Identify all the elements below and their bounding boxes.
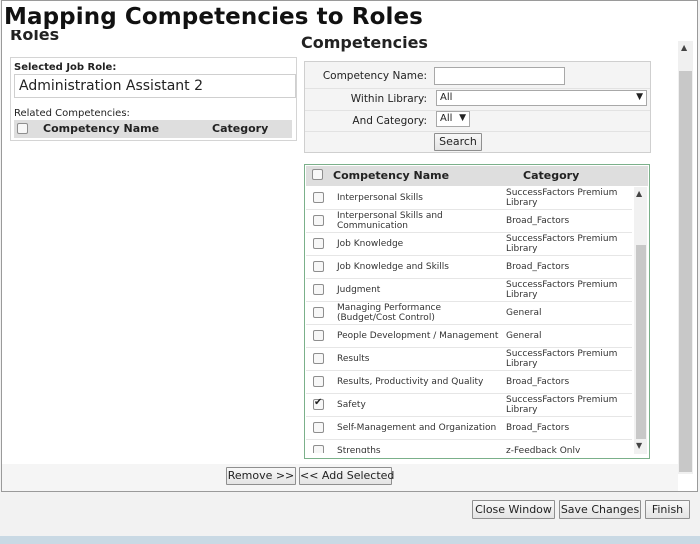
competency-name-cell: Strengths [337, 446, 381, 453]
row-checkbox[interactable] [313, 353, 324, 364]
page-scroll-up-icon[interactable]: ▲ [681, 43, 687, 52]
table-row[interactable]: Results, Productivity and Quality Broad_F… [306, 371, 632, 394]
save-changes-button[interactable]: Save Changes [559, 500, 641, 519]
category-cell: SuccessFactors Premium Library [506, 349, 618, 369]
table-row[interactable]: Results SuccessFactors Premium Library [306, 348, 632, 371]
row-checkbox[interactable] [313, 307, 324, 318]
category-cell: General [506, 331, 542, 341]
table-row[interactable]: People Development / Management General [306, 325, 632, 348]
competency-name-cell: Judgment [337, 285, 381, 295]
search-row-category: And Category: All ▼ [305, 110, 650, 132]
list-scroll-thumb[interactable] [636, 245, 646, 439]
chevron-down-icon: ▼ [459, 113, 466, 123]
competency-name-cell: Managing Performance (Budget/Cost Contro… [337, 303, 442, 323]
related-col-category: Category [212, 122, 269, 135]
competency-name-cell: Results [337, 354, 370, 364]
related-col-name: Competency Name [43, 122, 160, 135]
table-row[interactable]: Strengths z-Feedback Only [306, 440, 632, 453]
row-checkbox[interactable] [313, 261, 324, 272]
competency-name-cell: Self-Management and Organization [337, 423, 497, 433]
category-cell: Broad_Factors [506, 216, 570, 226]
row-checkbox[interactable] [313, 422, 324, 433]
row-checkbox[interactable] [313, 192, 324, 203]
col-competency-name: Competency Name [333, 169, 450, 182]
page-scrollbar[interactable]: ▲ [678, 41, 693, 474]
competency-name-cell: Interpersonal Skills [337, 193, 423, 203]
search-panel: Competency Name: Within Library: All ▼ A… [304, 61, 651, 153]
roles-heading: Roles [10, 30, 60, 44]
action-bar: Remove >> << Add Selected [2, 464, 678, 491]
category-cell: SuccessFactors Premium Library [506, 188, 618, 208]
table-row[interactable]: Safety SuccessFactors Premium Library [306, 394, 632, 417]
window-bottom-edge [0, 536, 700, 544]
competency-list: Competency Name Category Interpersonal S… [304, 164, 650, 459]
table-row[interactable]: Job Knowledge and Skills Broad_Factors [306, 256, 632, 279]
row-checkbox[interactable] [313, 376, 324, 387]
finish-button[interactable]: Finish [645, 500, 690, 519]
col-category: Category [523, 169, 580, 182]
related-competencies-label: Related Competencies: [14, 108, 130, 119]
page-scroll-thumb[interactable] [679, 71, 692, 472]
competency-table-header: Competency Name Category [306, 166, 648, 186]
and-category-label: And Category: [352, 115, 427, 127]
competency-name-cell: People Development / Management [337, 331, 499, 341]
category-cell: Broad_Factors [506, 262, 570, 272]
selected-role-field: Administration Assistant 2 [14, 74, 296, 98]
row-checkbox[interactable] [313, 445, 324, 453]
page-title: Mapping Competencies to Roles [4, 4, 423, 30]
chevron-down-icon: ▼ [636, 92, 643, 102]
category-cell: Broad_Factors [506, 377, 570, 387]
table-row[interactable]: Job Knowledge SuccessFactors Premium Libr… [306, 233, 632, 256]
category-cell: General [506, 308, 542, 318]
row-checkbox[interactable] [313, 330, 324, 341]
selected-role-label: Selected Job Role: [14, 62, 117, 73]
list-scrollbar[interactable]: ▲ ▼ [634, 187, 647, 454]
category-cell: SuccessFactors Premium Library [506, 234, 618, 254]
close-window-button[interactable]: Close Window [472, 500, 555, 519]
row-checkbox[interactable] [313, 215, 324, 226]
table-row[interactable]: Interpersonal Skills SuccessFactors Premi… [306, 187, 632, 210]
competency-name-label: Competency Name: [322, 70, 427, 82]
category-cell: z-Feedback Only [506, 446, 581, 453]
table-row[interactable]: Managing Performance (Budget/Cost Contro… [306, 302, 632, 325]
competency-name-cell: Job Knowledge [337, 239, 404, 249]
roles-panel: Selected Job Role: Administration Assist… [10, 57, 297, 141]
table-row[interactable]: Judgment SuccessFactors Premium Library [306, 279, 632, 302]
within-library-label: Within Library: [350, 93, 427, 105]
search-row-library: Within Library: All ▼ [305, 88, 650, 111]
related-table-header: Competency Name Category [14, 120, 292, 138]
competency-name-cell: Interpersonal Skills and Communication [337, 211, 443, 231]
scroll-up-icon[interactable]: ▲ [636, 189, 642, 198]
table-row[interactable]: Interpersonal Skills and Communication Br… [306, 210, 632, 233]
add-selected-button[interactable]: << Add Selected [299, 467, 394, 485]
category-select[interactable]: All ▼ [436, 111, 470, 127]
search-button[interactable]: Search [434, 133, 482, 151]
related-select-all-checkbox[interactable] [17, 123, 28, 134]
category-cell: Broad_Factors [506, 423, 570, 433]
category-cell: SuccessFactors Premium Library [506, 280, 618, 300]
competency-name-cell: Results, Productivity and Quality [337, 377, 484, 387]
competency-name-cell: Safety [337, 400, 366, 410]
scroll-down-icon[interactable]: ▼ [636, 441, 642, 450]
competency-rows: Interpersonal Skills SuccessFactors Premi… [306, 187, 632, 453]
search-row-name: Competency Name: [305, 62, 650, 89]
competency-name-input[interactable] [434, 67, 565, 85]
library-select[interactable]: All ▼ [436, 90, 647, 106]
row-checkbox[interactable] [313, 397, 324, 410]
competency-name-cell: Job Knowledge and Skills [337, 262, 449, 272]
table-row[interactable]: Self-Management and Organization Broad_Fa… [306, 417, 632, 440]
competencies-heading: Competencies [301, 34, 428, 52]
category-cell: SuccessFactors Premium Library [506, 395, 618, 415]
row-checkbox[interactable] [313, 284, 324, 295]
row-checkbox[interactable] [313, 238, 324, 249]
dialog-window: Mapping Competencies to Roles Roles Sele… [1, 0, 698, 492]
remove-button[interactable]: Remove >> [226, 467, 296, 485]
select-all-checkbox[interactable] [312, 169, 323, 180]
